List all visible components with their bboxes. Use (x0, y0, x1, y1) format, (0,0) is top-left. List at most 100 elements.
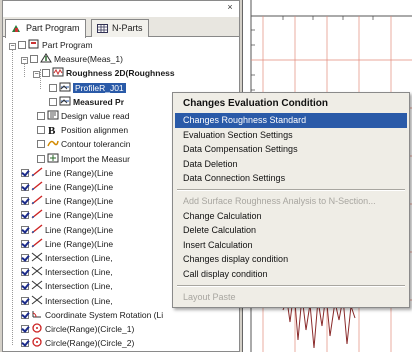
rotation-icon (32, 310, 41, 318)
tree-item[interactable]: Line (Range)(Line (21, 224, 113, 236)
expand-toggle[interactable]: − (9, 43, 16, 50)
part-program-icon (12, 25, 20, 32)
tree-item[interactable]: − Part Program (9, 39, 93, 51)
tree-checkbox[interactable] (21, 197, 29, 206)
tree-item-label: Circle(Range)(Circle_1) (45, 324, 135, 334)
tree-checkbox[interactable] (49, 83, 57, 92)
line-icon (31, 195, 43, 205)
tree-checkbox[interactable] (18, 41, 26, 49)
tree-item[interactable]: Design value read (37, 110, 130, 122)
expand-toggle[interactable]: − (33, 71, 40, 79)
tree-checkbox[interactable] (21, 225, 29, 234)
line-icon (31, 209, 43, 219)
grid-icon (97, 24, 108, 33)
tree-item-label: Circle(Range)(Circle_2) (45, 338, 135, 349)
tree-item[interactable]: Line (Range)(Line (21, 209, 113, 221)
tree-item[interactable]: Line (Range)(Line (21, 181, 113, 193)
menu-item: Add Surface Roughness Analysis to N-Sect… (183, 196, 376, 206)
line-icon (31, 238, 43, 248)
tree-item[interactable]: Measured Pr (49, 96, 124, 108)
tree-item-label: Intersection (Line, (45, 295, 113, 306)
menu-item[interactable]: Data Deletion (175, 157, 407, 172)
tab-part-program[interactable]: Part Program (5, 19, 86, 38)
svg-text:B: B (48, 125, 56, 134)
tree-checkbox[interactable] (21, 296, 29, 305)
menu-item[interactable]: Delete Calculation (175, 223, 407, 238)
tree-item[interactable]: Coordinate System Rotation (Li (21, 309, 163, 321)
measure-icon (40, 53, 52, 63)
tree-item-label: Import the Measur (61, 153, 130, 164)
panel-close-button[interactable]: × (225, 2, 235, 12)
tree-item[interactable]: Intersection (Line, (21, 266, 113, 278)
tree-item-label: Position alignmen (61, 125, 129, 136)
expand-toggle[interactable]: − (21, 57, 28, 65)
tree-item-label: Line (Range)(Line (45, 182, 114, 192)
menu-item[interactable]: Changes Roughness Standard (175, 113, 407, 128)
design-icon (47, 110, 59, 120)
tree-checkbox[interactable] (21, 168, 29, 177)
menu-item[interactable]: Call display condition (175, 267, 407, 282)
tree-item-label: Design value read (61, 111, 130, 121)
menu-item[interactable]: Changes display condition (175, 252, 407, 267)
tab-n-parts[interactable]: N-Parts (91, 19, 149, 37)
tree-item[interactable]: Circle(Range)(Circle_2) (21, 337, 134, 349)
menu-item[interactable]: Evaluation Section Settings (175, 128, 407, 143)
tree-item[interactable]: Line (Range)(Line (21, 167, 113, 179)
tree-checkbox[interactable] (21, 268, 29, 277)
tree-checkbox[interactable] (21, 325, 29, 333)
line-icon (31, 167, 43, 177)
tree-item-label: Intersection (Line, (45, 281, 113, 292)
tree-checkbox[interactable] (42, 69, 50, 78)
tree-checkbox[interactable] (30, 55, 38, 64)
intersection-icon (31, 266, 43, 276)
tree-item-label: Contour tolerancin (61, 139, 131, 150)
tab-label: Part Program (26, 23, 80, 33)
menu-item[interactable]: Change Calculation (175, 209, 407, 224)
line-icon (31, 181, 43, 191)
tree-item[interactable]: − Roughness 2D(Roughness (33, 67, 175, 79)
tree-item[interactable]: Intersection (Line, (21, 295, 113, 307)
circle-icon (32, 337, 42, 347)
menu-item[interactable]: Insert Calculation (175, 238, 407, 253)
tree-item[interactable]: Intersection (Line, (21, 252, 113, 264)
intersection-icon (31, 252, 43, 262)
context-menu: Changes Evaluation Condition Changes Roug… (172, 92, 410, 308)
intersection-icon (31, 295, 43, 304)
contour-icon (47, 141, 59, 147)
tree-checkbox[interactable] (37, 112, 45, 120)
menu-item[interactable]: Data Compensation Settings (175, 142, 407, 157)
tree-item-label: Line (Range)(Line (45, 167, 114, 178)
tree-checkbox[interactable] (21, 339, 29, 348)
tree-checkbox[interactable] (37, 126, 45, 135)
tree-item[interactable]: Line (Range)(Line (21, 238, 113, 250)
tree-checkbox[interactable] (21, 183, 29, 191)
tree-checkbox[interactable] (49, 97, 57, 106)
tree-item[interactable]: B Position alignmen (37, 124, 128, 136)
roughness-icon (52, 67, 64, 77)
tree-checkbox[interactable] (21, 211, 29, 220)
tree-item-label: Measured Pr (73, 96, 125, 107)
tree-item-label: ProfileR_J01 (73, 82, 126, 93)
tree-checkbox[interactable] (21, 310, 29, 319)
tree-checkbox[interactable] (21, 239, 29, 248)
tree-item[interactable]: ProfileR_J01 (49, 82, 126, 94)
menu-item[interactable]: Data Connection Settings (175, 171, 407, 186)
tree-item-label: Intersection (Line, (45, 253, 113, 263)
menu-item[interactable]: Changes Evaluation Condition (175, 96, 407, 111)
tree-item[interactable]: Intersection (Line, (21, 280, 113, 292)
tree-checkbox[interactable] (21, 282, 29, 291)
tree-item[interactable]: Circle(Range)(Circle_1) (21, 323, 134, 335)
tree-item-label: Line (Range)(Line (45, 224, 114, 235)
tree-item-label: Measure(Meas_1) (54, 54, 123, 65)
menu-separator (177, 284, 405, 287)
tree-checkbox[interactable] (37, 140, 45, 149)
tree-item[interactable]: Import the Measur (37, 153, 130, 165)
part-icon (28, 39, 39, 49)
tree-item[interactable]: Contour tolerancin (37, 138, 130, 150)
menu-item: Layout Paste (183, 291, 236, 302)
tree-checkbox[interactable] (21, 254, 29, 262)
tree-item[interactable]: Line (Range)(Line (21, 195, 113, 207)
tree-checkbox[interactable] (37, 154, 45, 163)
tree-item-label: Part Program (42, 40, 93, 50)
tree-item[interactable]: − Measure(Meas_1) (21, 53, 123, 65)
